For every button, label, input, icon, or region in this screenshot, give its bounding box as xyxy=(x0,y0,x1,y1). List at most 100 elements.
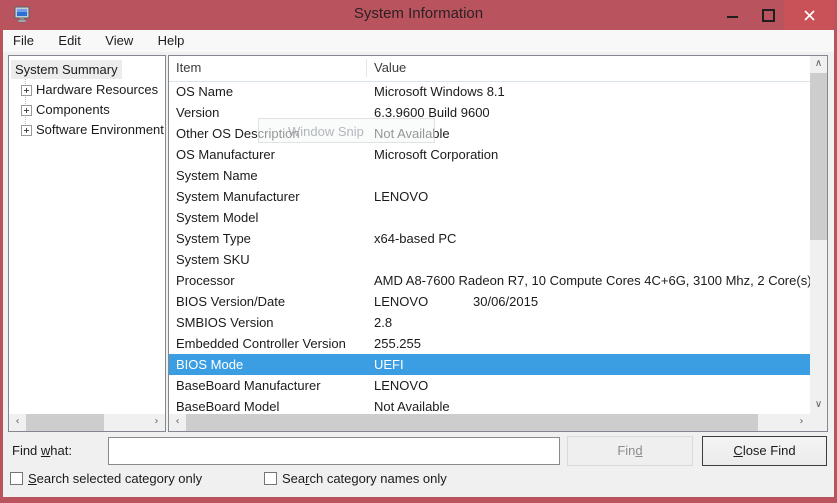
scroll-right-icon[interactable]: › xyxy=(793,414,810,431)
menu-file[interactable]: File xyxy=(3,30,44,52)
option-label: S xyxy=(28,471,37,486)
table-cell-item: BaseBoard Model xyxy=(176,396,279,414)
table-row[interactable]: System Name xyxy=(169,165,810,186)
close-icon xyxy=(803,9,816,22)
table-row[interactable]: Embedded Controller Version 255.255 xyxy=(169,333,810,354)
table-cell-item: System Name xyxy=(176,165,258,186)
table-cell-item: System Model xyxy=(176,207,258,228)
find-input[interactable] xyxy=(108,437,560,465)
table-cell-value2: 30/06/2015 xyxy=(473,291,538,312)
table-row[interactable]: System Model xyxy=(169,207,810,228)
table-row[interactable]: BaseBoard Model Not Available xyxy=(169,396,810,414)
minimize-button[interactable] xyxy=(714,0,750,30)
table-cell-value: Not Available xyxy=(374,396,450,414)
table-cell-value: Microsoft Corporation xyxy=(374,144,498,165)
table-cell-value: LENOVO xyxy=(374,375,428,396)
option-label: ch category names only xyxy=(309,471,446,486)
table-rows: OS NameMicrosoft Windows 8.1Version 6.3.9… xyxy=(169,81,810,414)
table-row[interactable]: OS Manufacturer Microsoft Corporation xyxy=(169,144,810,165)
menu-view[interactable]: View xyxy=(95,30,143,52)
minimize-icon xyxy=(727,16,738,18)
scroll-left-icon[interactable]: ‹ xyxy=(9,414,26,431)
checkbox-icon[interactable] xyxy=(10,472,23,485)
table-cell-item: BaseBoard Manufacturer xyxy=(176,375,321,396)
scroll-right-icon[interactable]: › xyxy=(148,414,165,431)
table-cell-item: Other OS Description xyxy=(176,123,300,144)
window-title: System Information xyxy=(0,5,837,22)
table-row[interactable]: OS NameMicrosoft Windows 8.1 xyxy=(169,81,810,102)
table-cell-item: Processor xyxy=(176,270,235,291)
find-button[interactable]: Find xyxy=(567,436,693,466)
tree-item-label: Components xyxy=(36,100,110,120)
search-selected-category-checkbox[interactable]: Search selected category only xyxy=(10,470,202,488)
table-cell-item: OS Manufacturer xyxy=(176,144,275,165)
scrollbar-corner xyxy=(810,414,827,431)
scrollbar-thumb[interactable] xyxy=(26,414,104,431)
table-cell-item: Embedded Controller Version xyxy=(176,333,346,354)
table-row[interactable]: Other OS Description Not Available xyxy=(169,123,810,144)
search-category-names-checkbox[interactable]: Search category names only xyxy=(264,470,447,488)
table-row[interactable]: System Type x64-based PC xyxy=(169,228,810,249)
table-horizontal-scrollbar[interactable]: ‹ › xyxy=(169,414,810,431)
table-cell-value: LENOVO xyxy=(374,186,428,207)
table-cell-value: x64-based PC xyxy=(374,228,456,249)
menu-bar: File Edit View Help xyxy=(3,30,834,52)
table-cell-item: System Manufacturer xyxy=(176,186,300,207)
option-label: earch selected category only xyxy=(37,471,202,486)
table-cell-value: LENOVO xyxy=(374,291,428,312)
table-row[interactable]: Version 6.3.9600 Build 9600 xyxy=(169,102,810,123)
table-cell-item: System SKU xyxy=(176,249,250,270)
table-row[interactable]: SMBIOS Version2.8 xyxy=(169,312,810,333)
maximize-button[interactable] xyxy=(750,0,786,30)
tree-item-label: Hardware Resources xyxy=(36,80,158,100)
maximize-icon xyxy=(762,9,775,22)
scrollbar-thumb[interactable] xyxy=(186,414,758,431)
find-what-label: Find what: xyxy=(12,436,72,466)
scroll-down-icon[interactable]: ∨ xyxy=(810,397,827,414)
table-row[interactable]: BIOS Version/DateLENOVO30/06/2015 xyxy=(169,291,810,312)
category-tree-panel: System Summary Hardware Resources Compon… xyxy=(8,55,166,432)
workspace: System Summary Hardware Resources Compon… xyxy=(3,52,834,436)
window-body: File Edit View Help System Summary Hardw… xyxy=(3,30,834,497)
find-bar: Find what: Find Close Find Search select… xyxy=(3,436,834,497)
table-cell-item: System Type xyxy=(176,228,251,249)
table-cell-value: UEFI xyxy=(374,354,404,375)
table-cell-value: 255.255 xyxy=(374,333,421,354)
system-information-window: System Information File Edit View Help S… xyxy=(0,0,837,503)
tree-horizontal-scrollbar[interactable]: ‹ › xyxy=(9,414,165,431)
table-row[interactable]: BaseBoard Manufacturer LENOVO xyxy=(169,375,810,396)
tree-item-components[interactable]: Components xyxy=(9,100,165,120)
menu-edit[interactable]: Edit xyxy=(48,30,90,52)
scroll-left-icon[interactable]: ‹ xyxy=(169,414,186,431)
table-cell-item: Version xyxy=(176,102,219,123)
column-divider[interactable] xyxy=(366,59,367,77)
option-label: Sea xyxy=(282,471,305,486)
table-cell-value: AMD A8-7600 Radeon R7, 10 Compute Cores … xyxy=(374,270,810,291)
table-row[interactable]: System SKU xyxy=(169,249,810,270)
scroll-up-icon[interactable]: ∧ xyxy=(810,56,827,73)
expand-plus-icon[interactable] xyxy=(21,85,32,96)
table-cell-item: SMBIOS Version xyxy=(176,312,274,333)
column-header-item[interactable]: Item xyxy=(176,56,201,80)
close-find-button[interactable]: Close Find xyxy=(702,436,827,466)
tree-item-software-environment[interactable]: Software Environment xyxy=(9,120,165,140)
expand-plus-icon[interactable] xyxy=(21,105,32,116)
table-cell-value: 6.3.9600 Build 9600 xyxy=(374,102,490,123)
tree-item-label: Software Environment xyxy=(36,120,164,140)
column-header-value[interactable]: Value xyxy=(374,56,406,80)
checkbox-icon[interactable] xyxy=(264,472,277,485)
table-row[interactable]: BIOS Mode UEFI xyxy=(169,354,810,375)
table-cell-item: BIOS Mode xyxy=(176,354,243,375)
close-button[interactable] xyxy=(784,0,834,30)
menu-help[interactable]: Help xyxy=(148,30,195,52)
expand-plus-icon[interactable] xyxy=(21,125,32,136)
table-cell-value: Not Available xyxy=(374,123,450,144)
titlebar[interactable]: System Information xyxy=(0,0,837,30)
table-row[interactable]: System Manufacturer LENOVO xyxy=(169,186,810,207)
tree-item-system-summary[interactable]: System Summary xyxy=(11,60,122,79)
scrollbar-thumb[interactable] xyxy=(810,73,827,240)
details-panel: Item Value OS NameMicrosoft Windows 8.1V… xyxy=(168,55,828,432)
vertical-scrollbar[interactable]: ∧ ∨ xyxy=(810,56,827,414)
table-row[interactable]: Processor AMD A8-7600 Radeon R7, 10 Compu… xyxy=(169,270,810,291)
tree-item-hardware-resources[interactable]: Hardware Resources xyxy=(9,80,165,100)
